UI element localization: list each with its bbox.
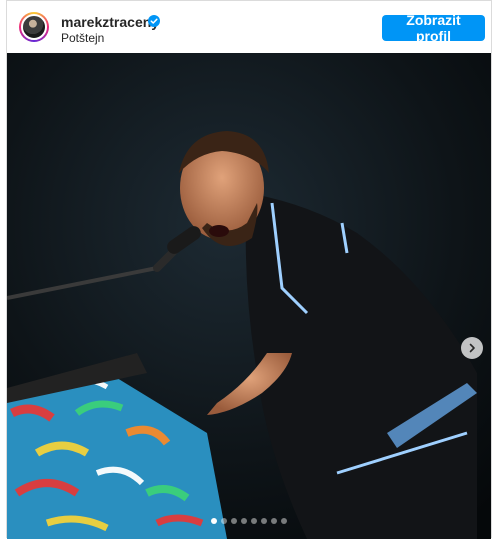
carousel-dot — [221, 518, 227, 524]
chevron-right-icon — [469, 343, 475, 353]
username-link[interactable]: marekztraceny — [61, 14, 159, 30]
avatar[interactable] — [19, 12, 49, 42]
carousel-dot — [231, 518, 237, 524]
avatar-image — [21, 14, 47, 40]
carousel-indicator — [7, 518, 491, 524]
post-photo[interactable] — [7, 53, 491, 539]
carousel-next-button[interactable] — [461, 337, 483, 359]
view-profile-button[interactable]: Zobrazit profil — [382, 12, 485, 44]
concert-photo-image — [7, 53, 491, 539]
carousel-dot — [261, 518, 267, 524]
post-header: marekztraceny Potštejn Zobrazit profil — [7, 1, 491, 53]
carousel-dot — [211, 518, 217, 524]
carousel-dot — [281, 518, 287, 524]
instagram-post-card: marekztraceny Potštejn Zobrazit profil — [6, 0, 492, 539]
carousel-dot — [241, 518, 247, 524]
carousel-dot — [271, 518, 277, 524]
location-link[interactable]: Potštejn — [61, 31, 104, 45]
carousel-dot — [251, 518, 257, 524]
verified-badge-icon — [148, 15, 160, 27]
